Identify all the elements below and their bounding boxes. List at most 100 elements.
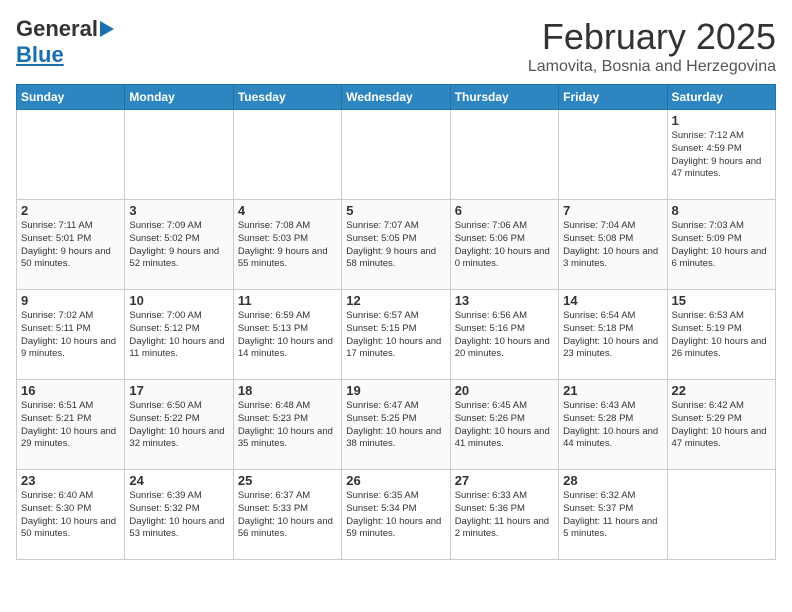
day-number: 8 <box>672 203 771 218</box>
day-info: Sunrise: 7:09 AM Sunset: 5:02 PM Dayligh… <box>129 220 228 271</box>
logo-arrow-icon <box>100 21 114 37</box>
day-number: 22 <box>672 383 771 398</box>
day-info: Sunrise: 7:02 AM Sunset: 5:11 PM Dayligh… <box>21 310 120 361</box>
logo-general: General <box>16 16 98 42</box>
day-number: 17 <box>129 383 228 398</box>
day-number: 28 <box>563 473 662 488</box>
logo: General Blue <box>16 16 114 68</box>
day-info: Sunrise: 6:39 AM Sunset: 5:32 PM Dayligh… <box>129 490 228 541</box>
calendar-day-3: 3 Sunrise: 7:09 AM Sunset: 5:02 PM Daylig… <box>125 200 233 290</box>
day-info: Sunrise: 6:35 AM Sunset: 5:34 PM Dayligh… <box>346 490 445 541</box>
day-number: 4 <box>238 203 337 218</box>
month-title: February 2025 <box>528 16 776 58</box>
calendar-day-8: 8Sunrise: 7:03 AM Sunset: 5:09 PM Daylig… <box>667 200 775 290</box>
day-info: Sunrise: 7:07 AM Sunset: 5:05 PM Dayligh… <box>346 220 445 271</box>
calendar-day-13: 13 Sunrise: 6:56 AM Sunset: 5:16 PM Dayli… <box>450 290 558 380</box>
calendar-day-22: 22Sunrise: 6:42 AM Sunset: 5:29 PM Dayli… <box>667 380 775 470</box>
page-header: General Blue February 2025 Lamovita, Bos… <box>16 16 776 76</box>
calendar-day-27: 27 Sunrise: 6:33 AM Sunset: 5:36 PM Dayli… <box>450 470 558 560</box>
day-info: Sunrise: 7:00 AM Sunset: 5:12 PM Dayligh… <box>129 310 228 361</box>
day-number: 5 <box>346 203 445 218</box>
day-number: 6 <box>455 203 554 218</box>
day-info: Sunrise: 6:32 AM Sunset: 5:37 PM Dayligh… <box>563 490 662 541</box>
day-info: Sunrise: 6:50 AM Sunset: 5:22 PM Dayligh… <box>129 400 228 451</box>
calendar-week-3: 9 Sunrise: 7:02 AM Sunset: 5:11 PM Daylig… <box>17 290 776 380</box>
calendar-week-5: 23 Sunrise: 6:40 AM Sunset: 5:30 PM Dayli… <box>17 470 776 560</box>
day-info: Sunrise: 6:48 AM Sunset: 5:23 PM Dayligh… <box>238 400 337 451</box>
empty-cell <box>125 110 233 200</box>
day-info: Sunrise: 7:08 AM Sunset: 5:03 PM Dayligh… <box>238 220 337 271</box>
empty-cell <box>342 110 450 200</box>
day-info: Sunrise: 6:59 AM Sunset: 5:13 PM Dayligh… <box>238 310 337 361</box>
calendar-day-25: 25Sunrise: 6:37 AM Sunset: 5:33 PM Dayli… <box>233 470 341 560</box>
location: Lamovita, Bosnia and Herzegovina <box>528 58 776 76</box>
day-info: Sunrise: 6:53 AM Sunset: 5:19 PM Dayligh… <box>672 310 771 361</box>
calendar-day-4: 4 Sunrise: 7:08 AM Sunset: 5:03 PM Daylig… <box>233 200 341 290</box>
day-number: 23 <box>21 473 120 488</box>
day-number: 13 <box>455 293 554 308</box>
day-info: Sunrise: 6:43 AM Sunset: 5:28 PM Dayligh… <box>563 400 662 451</box>
calendar-day-17: 17 Sunrise: 6:50 AM Sunset: 5:22 PM Dayli… <box>125 380 233 470</box>
title-area: February 2025 Lamovita, Bosnia and Herze… <box>528 16 776 76</box>
calendar-day-24: 24 Sunrise: 6:39 AM Sunset: 5:32 PM Dayli… <box>125 470 233 560</box>
weekday-header-row: SundayMondayTuesdayWednesdayThursdayFrid… <box>17 85 776 110</box>
calendar-week-4: 16 Sunrise: 6:51 AM Sunset: 5:21 PM Dayli… <box>17 380 776 470</box>
calendar-day-9: 9 Sunrise: 7:02 AM Sunset: 5:11 PM Daylig… <box>17 290 125 380</box>
day-info: Sunrise: 6:33 AM Sunset: 5:36 PM Dayligh… <box>455 490 554 541</box>
calendar-day-5: 5 Sunrise: 7:07 AM Sunset: 5:05 PM Daylig… <box>342 200 450 290</box>
day-info: Sunrise: 7:11 AM Sunset: 5:01 PM Dayligh… <box>21 220 120 271</box>
day-number: 19 <box>346 383 445 398</box>
calendar-day-20: 20 Sunrise: 6:45 AM Sunset: 5:26 PM Dayli… <box>450 380 558 470</box>
calendar-day-21: 21Sunrise: 6:43 AM Sunset: 5:28 PM Dayli… <box>559 380 667 470</box>
day-number: 16 <box>21 383 120 398</box>
empty-cell <box>667 470 775 560</box>
day-number: 15 <box>672 293 771 308</box>
day-number: 26 <box>346 473 445 488</box>
calendar-day-26: 26 Sunrise: 6:35 AM Sunset: 5:34 PM Dayli… <box>342 470 450 560</box>
weekday-header-sunday: Sunday <box>17 85 125 110</box>
weekday-header-monday: Monday <box>125 85 233 110</box>
day-number: 27 <box>455 473 554 488</box>
calendar-table: SundayMondayTuesdayWednesdayThursdayFrid… <box>16 84 776 560</box>
day-number: 11 <box>238 293 337 308</box>
calendar-day-23: 23 Sunrise: 6:40 AM Sunset: 5:30 PM Dayli… <box>17 470 125 560</box>
day-number: 12 <box>346 293 445 308</box>
calendar-day-18: 18 Sunrise: 6:48 AM Sunset: 5:23 PM Dayli… <box>233 380 341 470</box>
day-info: Sunrise: 6:40 AM Sunset: 5:30 PM Dayligh… <box>21 490 120 541</box>
calendar-day-11: 11 Sunrise: 6:59 AM Sunset: 5:13 PM Dayli… <box>233 290 341 380</box>
day-number: 1 <box>672 113 771 128</box>
day-number: 9 <box>21 293 120 308</box>
day-info: Sunrise: 7:12 AM Sunset: 4:59 PM Dayligh… <box>672 130 771 181</box>
day-number: 18 <box>238 383 337 398</box>
calendar-day-15: 15 Sunrise: 6:53 AM Sunset: 5:19 PM Dayli… <box>667 290 775 380</box>
day-info: Sunrise: 6:51 AM Sunset: 5:21 PM Dayligh… <box>21 400 120 451</box>
empty-cell <box>17 110 125 200</box>
day-number: 10 <box>129 293 228 308</box>
calendar-day-28: 28 Sunrise: 6:32 AM Sunset: 5:37 PM Dayli… <box>559 470 667 560</box>
empty-cell <box>233 110 341 200</box>
day-number: 3 <box>129 203 228 218</box>
day-number: 20 <box>455 383 554 398</box>
day-number: 24 <box>129 473 228 488</box>
calendar-day-19: 19 Sunrise: 6:47 AM Sunset: 5:25 PM Dayli… <box>342 380 450 470</box>
day-info: Sunrise: 6:47 AM Sunset: 5:25 PM Dayligh… <box>346 400 445 451</box>
calendar-day-7: 7 Sunrise: 7:04 AM Sunset: 5:08 PM Daylig… <box>559 200 667 290</box>
calendar-day-16: 16 Sunrise: 6:51 AM Sunset: 5:21 PM Dayli… <box>17 380 125 470</box>
logo-blue: Blue <box>16 42 64 68</box>
day-info: Sunrise: 6:45 AM Sunset: 5:26 PM Dayligh… <box>455 400 554 451</box>
day-info: Sunrise: 7:04 AM Sunset: 5:08 PM Dayligh… <box>563 220 662 271</box>
weekday-header-tuesday: Tuesday <box>233 85 341 110</box>
day-number: 14 <box>563 293 662 308</box>
day-info: Sunrise: 7:06 AM Sunset: 5:06 PM Dayligh… <box>455 220 554 271</box>
day-number: 25 <box>238 473 337 488</box>
calendar-day-2: 2Sunrise: 7:11 AM Sunset: 5:01 PM Daylig… <box>17 200 125 290</box>
day-info: Sunrise: 6:57 AM Sunset: 5:15 PM Dayligh… <box>346 310 445 361</box>
day-info: Sunrise: 6:54 AM Sunset: 5:18 PM Dayligh… <box>563 310 662 361</box>
calendar-week-1: 1 Sunrise: 7:12 AM Sunset: 4:59 PM Daylig… <box>17 110 776 200</box>
weekday-header-friday: Friday <box>559 85 667 110</box>
day-number: 7 <box>563 203 662 218</box>
empty-cell <box>450 110 558 200</box>
empty-cell <box>559 110 667 200</box>
weekday-header-thursday: Thursday <box>450 85 558 110</box>
day-info: Sunrise: 6:56 AM Sunset: 5:16 PM Dayligh… <box>455 310 554 361</box>
